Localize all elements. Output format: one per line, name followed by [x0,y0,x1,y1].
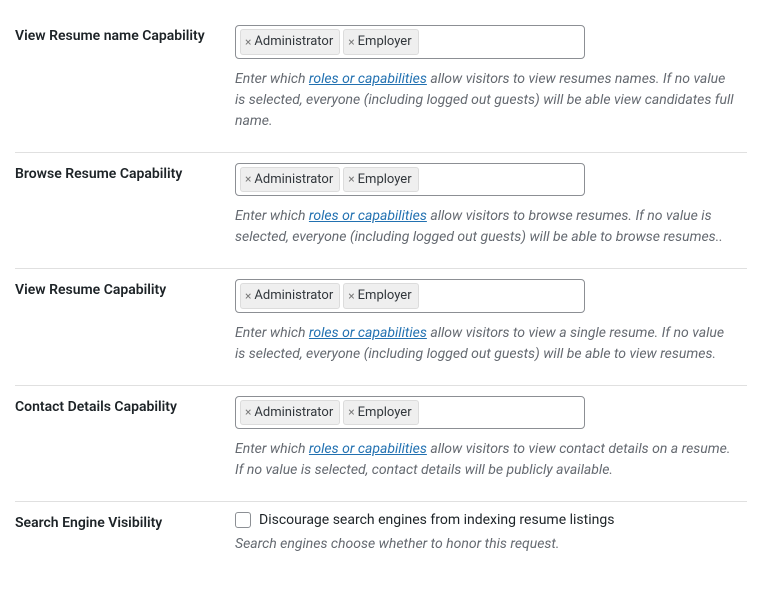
contact-details-description: Enter which roles or capabilities allow … [235,439,735,481]
tag-label: Employer [358,170,412,190]
search-engine-checkbox[interactable] [235,512,251,528]
browse-resume-input[interactable]: × Administrator × Employer [235,163,585,197]
tag: × Employer [343,167,418,193]
desc-text: Enter which [235,208,309,224]
remove-tag-icon[interactable]: × [348,33,354,51]
tag: × Employer [343,29,418,55]
view-resume-input[interactable]: × Administrator × Employer [235,279,585,313]
tag-label: Administrator [254,32,333,52]
tag-label: Employer [358,403,412,423]
contact-details-label: Contact Details Capability [15,386,235,502]
roles-capabilities-link[interactable]: roles or capabilities [309,325,427,341]
desc-text: Enter which [235,325,309,341]
contact-details-input[interactable]: × Administrator × Employer [235,396,585,430]
roles-capabilities-link[interactable]: roles or capabilities [309,441,427,457]
desc-text: Enter which [235,441,309,457]
view-resume-name-description: Enter which roles or capabilities allow … [235,69,735,132]
tag: × Administrator [240,283,340,309]
remove-tag-icon[interactable]: × [245,403,251,421]
remove-tag-icon[interactable]: × [348,403,354,421]
remove-tag-icon[interactable]: × [348,170,354,188]
tag-label: Employer [358,286,412,306]
roles-capabilities-link[interactable]: roles or capabilities [309,208,427,224]
search-engine-label: Search Engine Visibility [15,502,235,575]
search-engine-description: Search engines choose whether to honor t… [235,534,737,555]
tag: × Administrator [240,400,340,426]
tag-label: Administrator [254,170,333,190]
view-resume-name-label: View Resume name Capability [15,15,235,152]
desc-text: Enter which [235,71,309,87]
tag: × Employer [343,400,418,426]
remove-tag-icon[interactable]: × [245,33,251,51]
remove-tag-icon[interactable]: × [245,170,251,188]
remove-tag-icon[interactable]: × [245,287,251,305]
remove-tag-icon[interactable]: × [348,287,354,305]
tag-label: Administrator [254,286,333,306]
tag-label: Employer [358,32,412,52]
tag: × Employer [343,283,418,309]
view-resume-name-input[interactable]: × Administrator × Employer [235,25,585,59]
view-resume-description: Enter which roles or capabilities allow … [235,323,735,365]
roles-capabilities-link[interactable]: roles or capabilities [309,71,427,87]
browse-resume-description: Enter which roles or capabilities allow … [235,206,735,248]
view-resume-label: View Resume Capability [15,269,235,385]
browse-resume-label: Browse Resume Capability [15,153,235,269]
search-engine-checkbox-label[interactable]: Discourage search engines from indexing … [259,512,614,528]
tag: × Administrator [240,29,340,55]
tag: × Administrator [240,167,340,193]
tag-label: Administrator [254,403,333,423]
